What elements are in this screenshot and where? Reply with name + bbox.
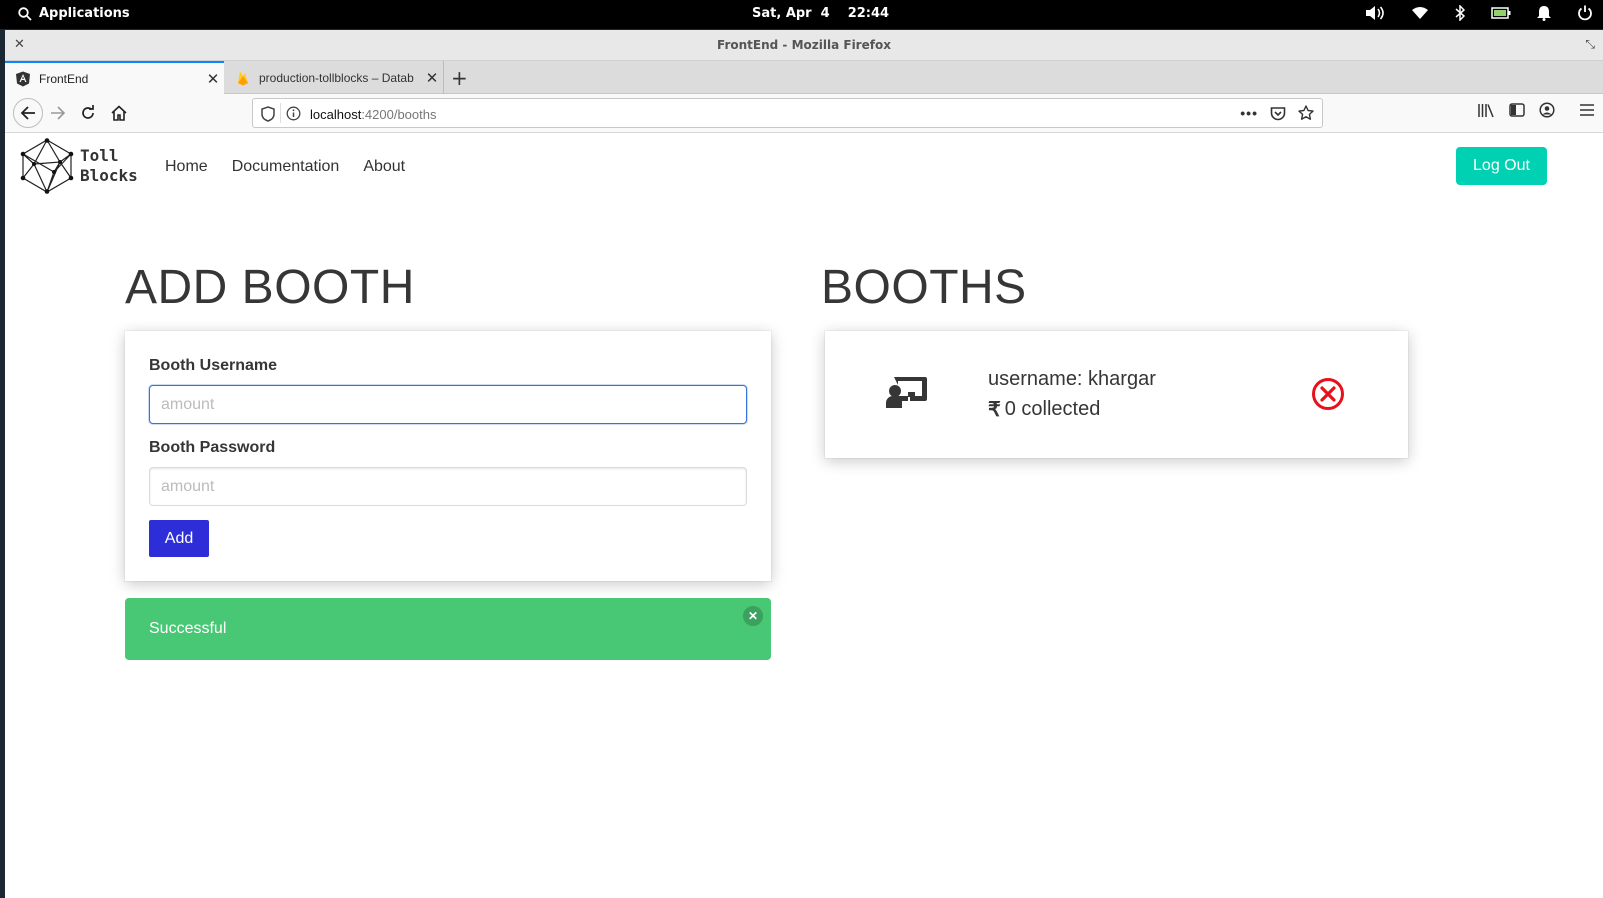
battery-icon[interactable] [1491,7,1511,19]
tab-firebase[interactable]: production-tollblocks – Datab ✕ [225,61,444,94]
nav-about-link[interactable]: About [363,158,405,176]
account-icon[interactable] [1539,102,1555,118]
page-actions-icon[interactable]: ••• [1240,105,1258,121]
site-navbar: Toll Blocks Home Documentation About Log… [5,134,1568,199]
tab-label: production-tollblocks – Datab [259,70,414,85]
site-info-icon[interactable] [286,106,301,121]
add-button[interactable]: Add [149,520,209,557]
booth-username: username: khargar [988,368,1156,390]
reload-button[interactable] [77,102,99,124]
forward-arrow-icon [51,106,66,120]
rupee-icon: ₹ [988,399,1001,421]
page-scrollbar[interactable] [1568,134,1603,898]
hamburger-menu-icon[interactable] [1579,103,1595,117]
page-content: Toll Blocks Home Documentation About Log… [5,134,1603,898]
angular-icon [16,71,30,86]
back-arrow-icon [20,106,35,120]
home-icon [111,105,127,121]
booth-password-label: Booth Password [149,439,276,456]
system-tray [1365,5,1593,21]
browser-window: ✕ FrontEnd - Mozilla Firefox ⤡ FrontEnd … [5,30,1603,898]
time-text: 22:44 [847,6,890,21]
booth-password-input[interactable]: amount [149,467,747,506]
notification-bell-icon[interactable] [1537,5,1551,21]
new-tab-icon[interactable]: + [451,66,468,90]
booth-username-label: Booth Username [149,357,278,374]
window-titlebar: ✕ FrontEnd - Mozilla Firefox ⤡ [5,30,1603,61]
logo-line-2: Blocks [80,166,138,185]
booth-collected: ₹ 0 collected [988,397,1100,422]
bluetooth-icon[interactable] [1455,5,1465,21]
power-icon[interactable] [1577,5,1593,21]
success-notification: Successful ✕ [125,598,771,660]
tab-strip: FrontEnd ✕ production-tollblocks – Datab… [5,61,1603,94]
window-restore-icon[interactable]: ⤡ [1585,37,1595,52]
sidebar-icon[interactable] [1509,103,1525,117]
logo-text: Toll Blocks [80,146,138,186]
logout-button[interactable]: Log Out [1456,147,1547,185]
add-booth-heading: ADD BOOTH [125,261,415,314]
url-path: :4200/booths [361,107,437,122]
tab-close-icon[interactable]: ✕ [202,70,224,88]
url-text: localhost:4200/booths [310,107,437,122]
volume-icon[interactable] [1365,5,1385,21]
tollblocks-logo-icon [20,138,74,194]
home-button[interactable] [108,102,130,124]
library-icon[interactable] [1477,102,1495,118]
browser-toolbar: localhost:4200/booths ••• [5,94,1603,133]
url-bar[interactable]: localhost:4200/booths ••• [252,98,1323,128]
booth-username-input[interactable]: amount [149,385,747,424]
tracking-shield-icon[interactable] [261,106,275,122]
url-actions: ••• [1240,105,1314,121]
tab-label: FrontEnd [39,71,89,86]
booths-heading: BOOTHS [821,261,1027,314]
url-host: localhost [310,107,362,122]
tab-close-icon[interactable]: ✕ [421,69,443,87]
url-separator [280,103,281,123]
booth-collected-text: 0 collected [1004,398,1101,420]
nav-home-link[interactable]: Home [165,158,208,176]
search-icon [18,6,32,21]
date-text: Sat, Apr 4 [752,6,830,21]
booth-card: username: khargar ₹ 0 collected [825,331,1408,458]
clock[interactable]: Sat, Apr 4 22:44 [752,6,889,21]
add-booth-form: Booth Username amount Booth Password amo… [125,331,771,581]
applications-menu[interactable]: Applications [18,6,130,21]
window-title: FrontEnd - Mozilla Firefox [717,38,891,52]
delete-booth-icon[interactable] [1311,377,1345,411]
toolbar-icons [1477,102,1595,118]
back-button[interactable] [13,98,43,128]
chalkboard-teacher-icon [886,377,927,408]
nav-links: Home Documentation About [165,158,405,176]
firebase-icon [238,70,248,85]
system-top-bar: Applications Sat, Apr 4 22:44 [0,0,1603,29]
forward-button[interactable] [47,102,69,124]
notification-text: Successful [149,620,227,637]
applications-label: Applications [39,6,130,21]
tab-frontend[interactable]: FrontEnd ✕ [5,61,224,94]
bookmark-star-icon[interactable] [1298,105,1314,121]
wifi-icon[interactable] [1411,6,1429,20]
nav-documentation-link[interactable]: Documentation [232,158,340,176]
reload-icon [82,105,94,119]
pocket-icon[interactable] [1270,106,1286,121]
notification-close-icon[interactable]: ✕ [743,606,763,626]
site-logo[interactable]: Toll Blocks [20,138,138,194]
logo-line-1: Toll [80,146,119,165]
